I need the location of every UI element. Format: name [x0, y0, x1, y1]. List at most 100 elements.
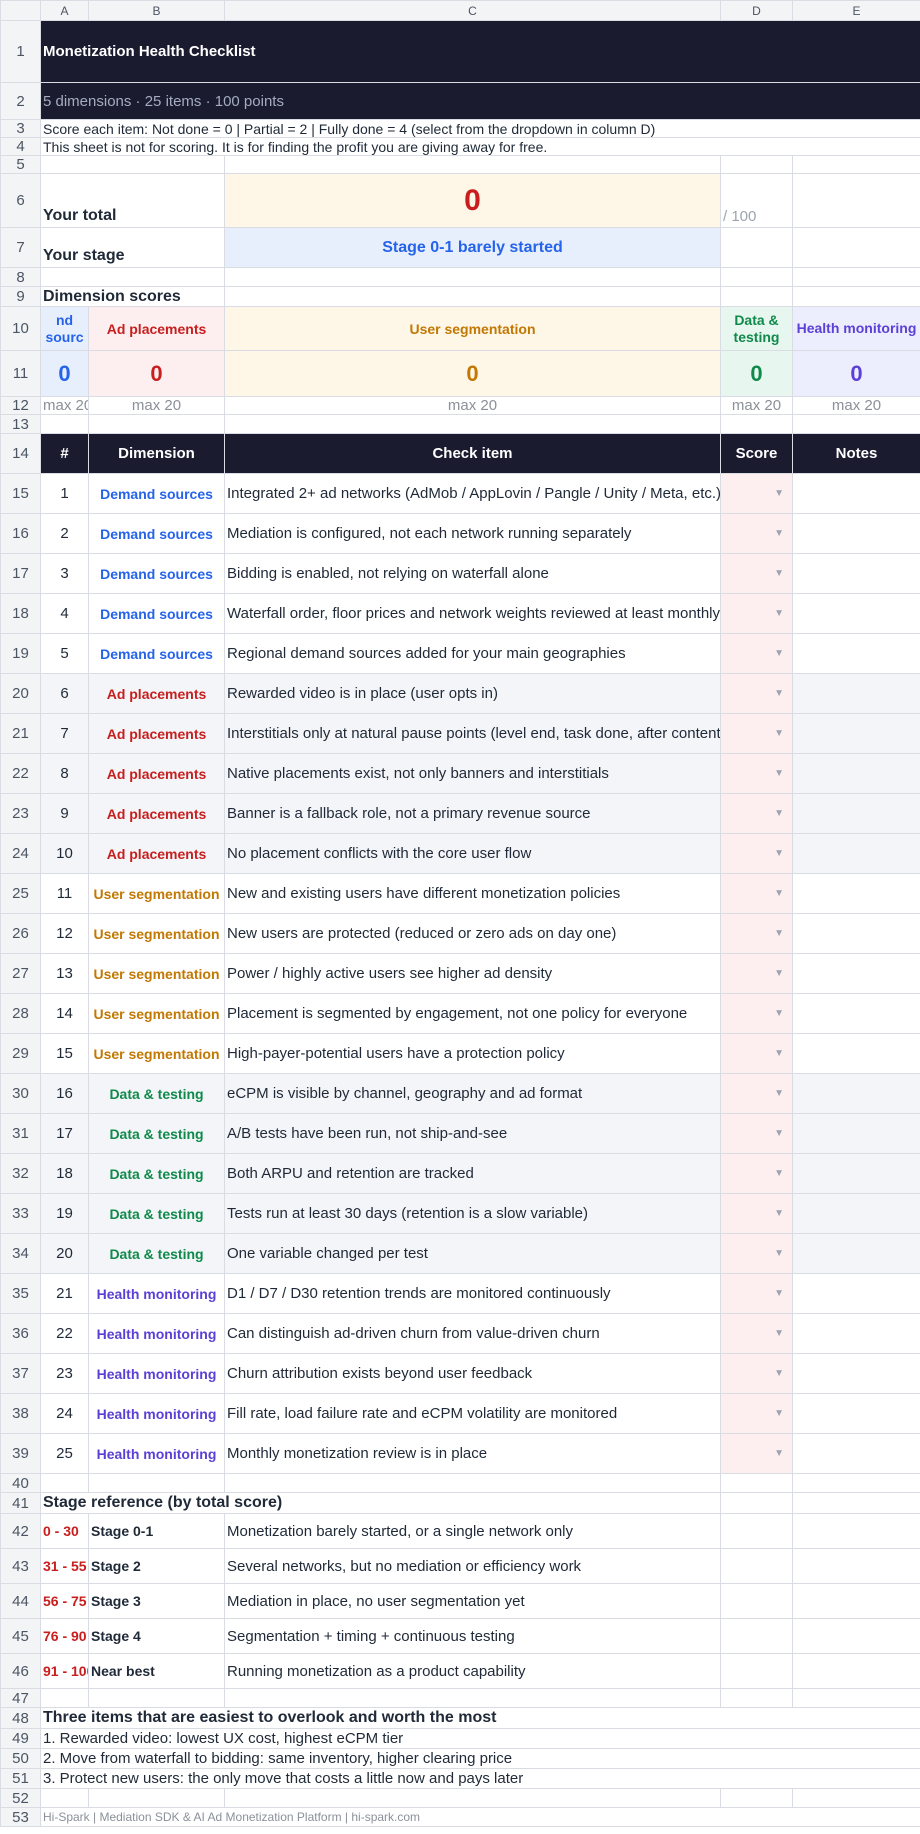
row-header[interactable]: 38: [0, 1393, 41, 1434]
empty-cell[interactable]: [224, 1473, 721, 1493]
dropdown-arrow-icon[interactable]: ▼: [774, 1048, 784, 1059]
total-max[interactable]: / 100: [720, 173, 793, 228]
page-title[interactable]: Monetization Health Checklist: [40, 20, 920, 83]
item-check-text[interactable]: Regional demand sources added for your m…: [224, 633, 721, 674]
stage-range[interactable]: 76 - 90: [40, 1618, 89, 1654]
row-header[interactable]: 50: [0, 1748, 41, 1769]
item-number[interactable]: 5: [40, 633, 89, 674]
item-number[interactable]: 12: [40, 913, 89, 954]
item-number[interactable]: 11: [40, 873, 89, 914]
item-dimension[interactable]: Ad placements: [88, 753, 225, 794]
dropdown-arrow-icon[interactable]: ▼: [774, 528, 784, 539]
empty-cell[interactable]: [40, 1688, 89, 1708]
dropdown-arrow-icon[interactable]: ▼: [774, 488, 784, 499]
item-dimension[interactable]: Demand sources: [88, 593, 225, 634]
table-header-num[interactable]: #: [40, 433, 89, 474]
row-header[interactable]: 31: [0, 1113, 41, 1154]
row-header[interactable]: 11: [0, 350, 41, 397]
item-dimension[interactable]: User segmentation: [88, 993, 225, 1034]
dim-name-data-testing[interactable]: Data & testing: [720, 306, 793, 351]
page-subtitle[interactable]: 5 dimensions · 25 items · 100 points: [40, 82, 920, 120]
notes-cell[interactable]: [792, 793, 920, 834]
item-check-text[interactable]: No placement conflicts with the core use…: [224, 833, 721, 874]
row-header[interactable]: 19: [0, 633, 41, 674]
empty-cell[interactable]: [224, 267, 721, 287]
row-header[interactable]: 46: [0, 1653, 41, 1689]
empty-cell[interactable]: [224, 1688, 721, 1708]
empty-cell[interactable]: [792, 1492, 920, 1514]
empty-cell[interactable]: [720, 414, 793, 434]
empty-cell[interactable]: [720, 1473, 793, 1493]
empty-cell[interactable]: [792, 1513, 920, 1549]
item-dimension[interactable]: User segmentation: [88, 913, 225, 954]
row-header[interactable]: 34: [0, 1233, 41, 1274]
dropdown-arrow-icon[interactable]: ▼: [774, 1448, 784, 1459]
empty-cell[interactable]: [792, 267, 920, 287]
row-header[interactable]: 44: [0, 1583, 41, 1619]
item-number[interactable]: 13: [40, 953, 89, 994]
stage-description[interactable]: Monetization barely started, or a single…: [224, 1513, 721, 1549]
item-check-text[interactable]: Mediation is configured, not each networ…: [224, 513, 721, 554]
table-header-score[interactable]: Score: [720, 433, 793, 474]
row-header[interactable]: 51: [0, 1768, 41, 1789]
row-header[interactable]: 1: [0, 20, 41, 83]
row-header[interactable]: 4: [0, 137, 41, 156]
row-header[interactable]: 10: [0, 306, 41, 351]
empty-cell[interactable]: [224, 286, 721, 307]
row-header[interactable]: 3: [0, 119, 41, 138]
score-dropdown[interactable]: ▼: [720, 673, 793, 714]
item-dimension[interactable]: Health monitoring: [88, 1393, 225, 1434]
select-all-corner[interactable]: [0, 0, 41, 21]
stage-name[interactable]: Stage 2: [88, 1548, 225, 1584]
dimension-scores-heading[interactable]: Dimension scores: [40, 286, 225, 307]
dropdown-arrow-icon[interactable]: ▼: [774, 648, 784, 659]
score-dropdown[interactable]: ▼: [720, 1393, 793, 1434]
item-dimension[interactable]: Ad placements: [88, 793, 225, 834]
dropdown-arrow-icon[interactable]: ▼: [774, 1288, 784, 1299]
row-header[interactable]: 27: [0, 953, 41, 994]
dim-name-health-monitoring[interactable]: Health monitoring: [792, 306, 920, 351]
dim-score-demand-sources[interactable]: 0: [40, 350, 89, 397]
score-dropdown[interactable]: ▼: [720, 1073, 793, 1114]
item-dimension[interactable]: Data & testing: [88, 1233, 225, 1274]
dim-score-user-segmentation[interactable]: 0: [224, 350, 721, 397]
item-number[interactable]: 22: [40, 1313, 89, 1354]
row-header[interactable]: 36: [0, 1313, 41, 1354]
empty-cell[interactable]: [224, 155, 721, 174]
score-dropdown[interactable]: ▼: [720, 913, 793, 954]
notes-cell[interactable]: [792, 593, 920, 634]
item-check-text[interactable]: Fill rate, load failure rate and eCPM vo…: [224, 1393, 721, 1434]
instructions-cell[interactable]: Score each item: Not done = 0 | Partial …: [40, 119, 920, 138]
stage-name[interactable]: Stage 4: [88, 1618, 225, 1654]
notes-cell[interactable]: [792, 1353, 920, 1394]
item-number[interactable]: 3: [40, 553, 89, 594]
row-header[interactable]: 22: [0, 753, 41, 794]
score-dropdown[interactable]: ▼: [720, 1353, 793, 1394]
stage-range[interactable]: 91 - 100: [40, 1653, 89, 1689]
empty-cell[interactable]: [792, 1653, 920, 1689]
empty-cell[interactable]: [88, 1688, 225, 1708]
stage-value[interactable]: Stage 0-1 barely started: [224, 227, 721, 268]
row-header[interactable]: 52: [0, 1788, 41, 1808]
stage-reference-heading[interactable]: Stage reference (by total score): [40, 1492, 721, 1514]
row-header[interactable]: 17: [0, 553, 41, 594]
empty-cell[interactable]: [40, 1473, 89, 1493]
row-header[interactable]: 23: [0, 793, 41, 834]
empty-cell[interactable]: [720, 227, 793, 268]
item-check-text[interactable]: One variable changed per test: [224, 1233, 721, 1274]
dropdown-arrow-icon[interactable]: ▼: [774, 1328, 784, 1339]
dropdown-arrow-icon[interactable]: ▼: [774, 728, 784, 739]
row-header[interactable]: 47: [0, 1688, 41, 1708]
notes-cell[interactable]: [792, 1233, 920, 1274]
score-dropdown[interactable]: ▼: [720, 1313, 793, 1354]
row-header[interactable]: 20: [0, 673, 41, 714]
empty-cell[interactable]: [40, 267, 225, 287]
score-dropdown[interactable]: ▼: [720, 473, 793, 514]
item-number[interactable]: 4: [40, 593, 89, 634]
item-check-text[interactable]: Tests run at least 30 days (retention is…: [224, 1193, 721, 1234]
dropdown-arrow-icon[interactable]: ▼: [774, 608, 784, 619]
stage-range[interactable]: 0 - 30: [40, 1513, 89, 1549]
notes-cell[interactable]: [792, 473, 920, 514]
item-check-text[interactable]: A/B tests have been run, not ship-and-se…: [224, 1113, 721, 1154]
empty-cell[interactable]: [40, 414, 89, 434]
